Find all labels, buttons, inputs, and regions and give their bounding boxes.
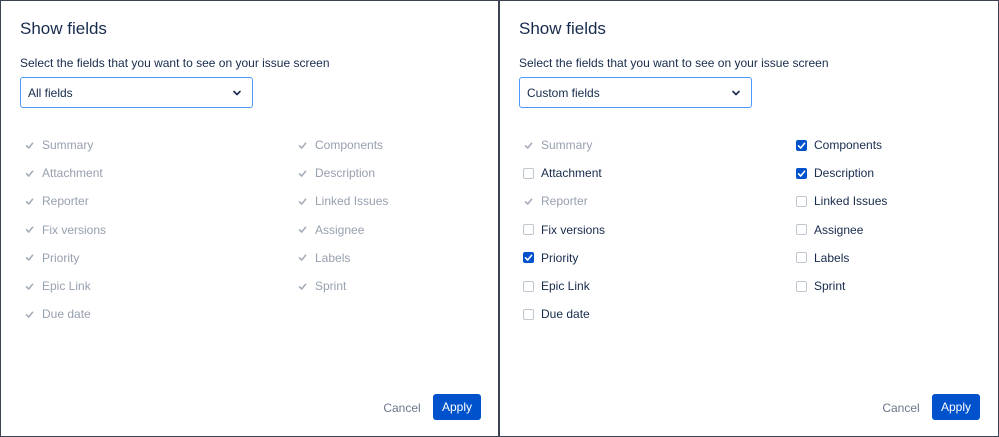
field-option[interactable]: Epic Link [523,272,605,300]
show-fields-dialog-all: Show fields Select the fields that you w… [0,0,499,437]
field-option: Summary [24,131,106,159]
cancel-button[interactable]: Cancel [881,396,921,420]
field-option: Summary [523,131,605,159]
field-option-label: Assignee [814,222,864,237]
checkbox-icon [297,252,308,263]
checkbox-icon [24,224,35,235]
fields-column-1: Summary Attachment Reporter Fix versions Pri… [24,131,106,328]
field-option-label: Linked Issues [315,194,389,209]
checkbox-icon [24,281,35,292]
checkbox-icon[interactable] [796,167,807,179]
field-option-label: Linked Issues [814,194,888,209]
field-option: Reporter [523,187,605,215]
field-filter-select[interactable]: All fields [20,77,253,108]
fields-column-2: Components Description Linked Issues Assign… [796,131,887,300]
field-option: Sprint [297,272,388,300]
field-option: Fix versions [24,216,106,244]
checkbox-icon[interactable] [523,308,534,320]
checkbox-icon [24,168,35,179]
checkbox-icon[interactable] [796,195,807,207]
field-option-label: Priority [541,250,579,265]
field-option: Linked Issues [297,187,388,215]
field-option-label: Components [315,138,384,153]
dialog-title: Show fields [20,19,107,38]
show-fields-dialog-custom: Show fields Select the fields that you w… [499,0,999,437]
field-option-label: Assignee [315,222,365,237]
field-option-label: Reporter [541,194,588,209]
field-option: Reporter [24,187,106,215]
checkbox-icon [24,140,35,151]
apply-button[interactable]: Apply [433,394,481,420]
field-option: Due date [24,300,106,328]
field-option: Labels [297,244,388,272]
checkbox-icon [297,224,308,235]
field-option-label: Description [315,166,376,181]
apply-button[interactable]: Apply [932,394,980,420]
checkbox-icon[interactable] [523,224,534,236]
select-value: Custom fields [527,85,600,100]
checkbox-icon [297,168,308,179]
field-option-label: Summary [42,138,94,153]
checkbox-icon [24,252,35,263]
field-option: Assignee [297,216,388,244]
select-value: All fields [28,85,73,100]
field-option: Priority [24,244,106,272]
field-option[interactable]: Due date [523,300,605,328]
field-option-label: Components [814,138,883,153]
checkbox-icon [24,196,35,207]
dialog-title: Show fields [519,19,606,38]
field-option[interactable]: Sprint [796,272,887,300]
field-option[interactable]: Linked Issues [796,187,887,215]
field-option-label: Due date [42,307,91,322]
field-option[interactable]: Assignee [796,216,887,244]
field-option[interactable]: Attachment [523,159,605,187]
cancel-button[interactable]: Cancel [382,396,422,420]
checkbox-icon[interactable] [796,139,807,151]
field-option-label: Epic Link [42,279,91,294]
field-option-label: Fix versions [541,222,606,237]
checkbox-icon[interactable] [523,252,534,264]
checkbox-icon[interactable] [796,252,807,264]
field-option-label: Due date [541,307,590,322]
checkbox-icon[interactable] [523,280,534,292]
field-option[interactable]: Priority [523,244,605,272]
fields-column-1: Summary Attachment Reporter Fix versions Pri… [523,131,605,328]
checkbox-icon [297,140,308,151]
field-option-label: Epic Link [541,279,590,294]
chevron-down-icon [732,90,740,96]
field-option-label: Reporter [42,194,89,209]
field-option-label: Sprint [814,279,846,294]
checkbox-icon[interactable] [796,224,807,236]
field-option: Epic Link [24,272,106,300]
checkbox-icon [523,196,534,207]
field-option[interactable]: Labels [796,244,887,272]
fields-column-2: Components Description Linked Issues Assign… [297,131,388,300]
field-option-label: Attachment [541,166,602,181]
field-option-label: Priority [42,250,80,265]
field-option[interactable]: Fix versions [523,216,605,244]
field-option[interactable]: Components [796,131,887,159]
field-filter-select[interactable]: Custom fields [519,77,752,108]
checkbox-icon [297,196,308,207]
dialog-prompt: Select the fields that you want to see o… [20,56,330,70]
checkbox-icon [297,281,308,292]
field-option[interactable]: Description [796,159,887,187]
field-option-label: Attachment [42,166,103,181]
dialog-prompt: Select the fields that you want to see o… [519,56,829,70]
field-option-label: Summary [541,138,593,153]
chevron-down-icon [233,90,241,96]
field-option-label: Labels [315,250,351,265]
checkbox-icon[interactable] [796,280,807,292]
field-option-label: Labels [814,250,850,265]
field-option: Attachment [24,159,106,187]
field-option-label: Fix versions [42,222,107,237]
checkbox-icon[interactable] [523,167,534,179]
field-option: Components [297,131,388,159]
checkbox-icon [523,140,534,151]
field-option-label: Sprint [315,279,347,294]
field-option: Description [297,159,388,187]
field-option-label: Description [814,166,875,181]
checkbox-icon [24,309,35,320]
